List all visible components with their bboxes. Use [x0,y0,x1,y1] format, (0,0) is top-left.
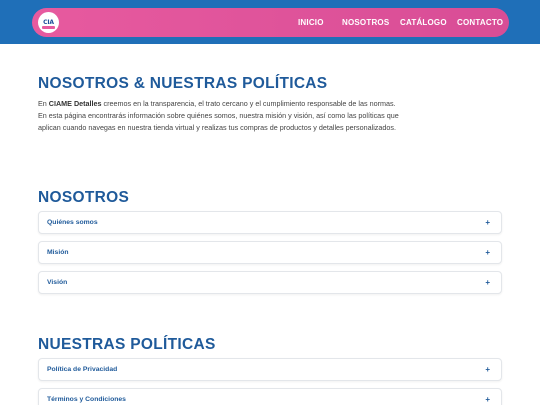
accordion-terminos-condiciones[interactable]: Términos y Condiciones + [38,388,502,405]
expand-plus-icon[interactable]: + [485,359,490,380]
nav-catalogo[interactable]: CATÁLOGO [400,8,447,37]
brand-logo[interactable]: CIA [38,12,59,33]
nav-contacto[interactable]: CONTACTO [457,8,503,37]
expand-plus-icon[interactable]: + [485,212,490,233]
page-title: NOSOTROS & NUESTRAS POLÍTICAS [38,75,328,92]
section-heading-nosotros: NOSOTROS [38,189,130,206]
navbar: CIA INICIO NOSOTROS CATÁLOGO CONTACTO [32,8,509,37]
intro-prefix: En [38,99,49,108]
nav-nosotros[interactable]: NOSOTROS [342,8,389,37]
accordion-quienes-somos[interactable]: Quiénes somos + [38,211,502,234]
expand-plus-icon[interactable]: + [485,389,490,405]
intro-paragraph: En CIAME Detalles creemos en la transpar… [38,98,403,135]
accordion-vision[interactable]: Visión + [38,271,502,294]
expand-plus-icon[interactable]: + [485,242,490,263]
accordion-label: Términos y Condiciones [47,396,126,403]
accordion-label: Política de Privacidad [47,366,118,373]
logo-text: CIA [43,19,54,26]
expand-plus-icon[interactable]: + [485,272,490,293]
accordion-politica-privacidad[interactable]: Política de Privacidad + [38,358,502,381]
accordion-label: Quiénes somos [47,219,98,226]
accordion-mision[interactable]: Misión + [38,241,502,264]
section-heading-politicas: NUESTRAS POLÍTICAS [38,336,216,353]
nav-inicio[interactable]: INICIO [298,8,324,37]
accordion-label: Visión [47,279,68,286]
intro-brand: CIAME Detalles [48,99,102,108]
accordion-label: Misión [47,249,69,256]
logo-accent [42,26,55,29]
